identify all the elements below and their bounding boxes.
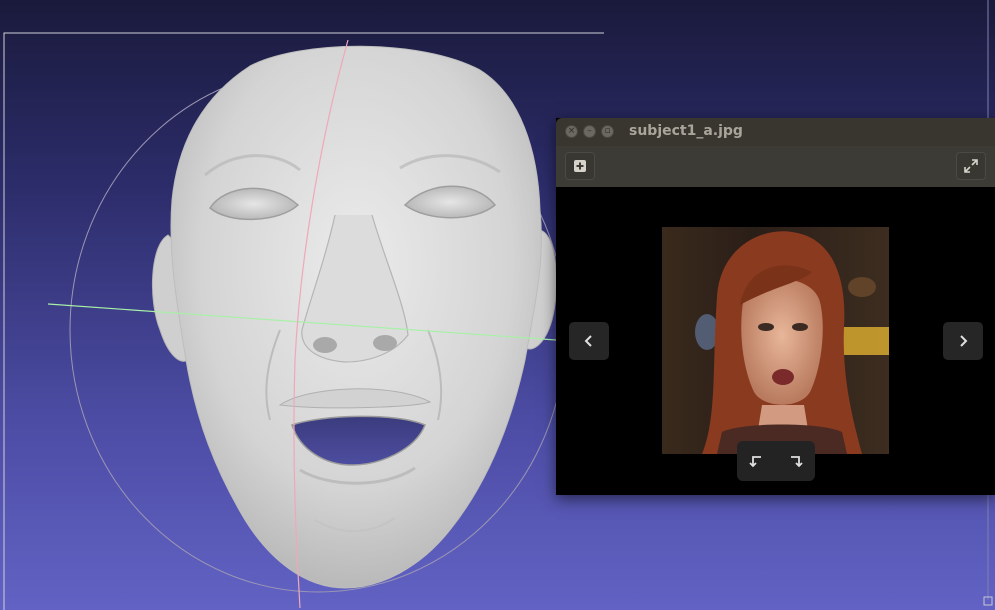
image-viewer-window[interactable]: × – ▫ subject1_a.jpg: [556, 118, 995, 495]
window-title: subject1_a.jpg: [629, 123, 743, 139]
fullscreen-button[interactable]: [956, 152, 986, 180]
expand-icon: [964, 159, 978, 173]
3d-viewport[interactable]: × – ▫ subject1_a.jpg: [0, 0, 995, 610]
photo-image: [662, 227, 889, 454]
rotate-left-icon: [749, 456, 761, 468]
viewer-toolbar: [556, 146, 995, 187]
rotate-left-button[interactable]: [746, 451, 766, 471]
window-titlebar[interactable]: × – ▫ subject1_a.jpg: [556, 118, 995, 146]
previous-image-button[interactable]: [569, 322, 609, 360]
image-area: [556, 187, 995, 495]
plus-square-icon: [574, 160, 586, 172]
chevron-left-icon: [584, 335, 592, 347]
rotate-right-button[interactable]: [786, 451, 806, 471]
maximize-icon[interactable]: ▫: [601, 125, 614, 138]
close-icon[interactable]: ×: [565, 125, 578, 138]
add-button[interactable]: [565, 152, 595, 180]
chevron-right-icon: [960, 335, 968, 347]
rotate-toolbar: [737, 441, 815, 481]
minimize-icon[interactable]: –: [583, 125, 596, 138]
rotate-right-icon: [791, 456, 803, 468]
next-image-button[interactable]: [943, 322, 983, 360]
